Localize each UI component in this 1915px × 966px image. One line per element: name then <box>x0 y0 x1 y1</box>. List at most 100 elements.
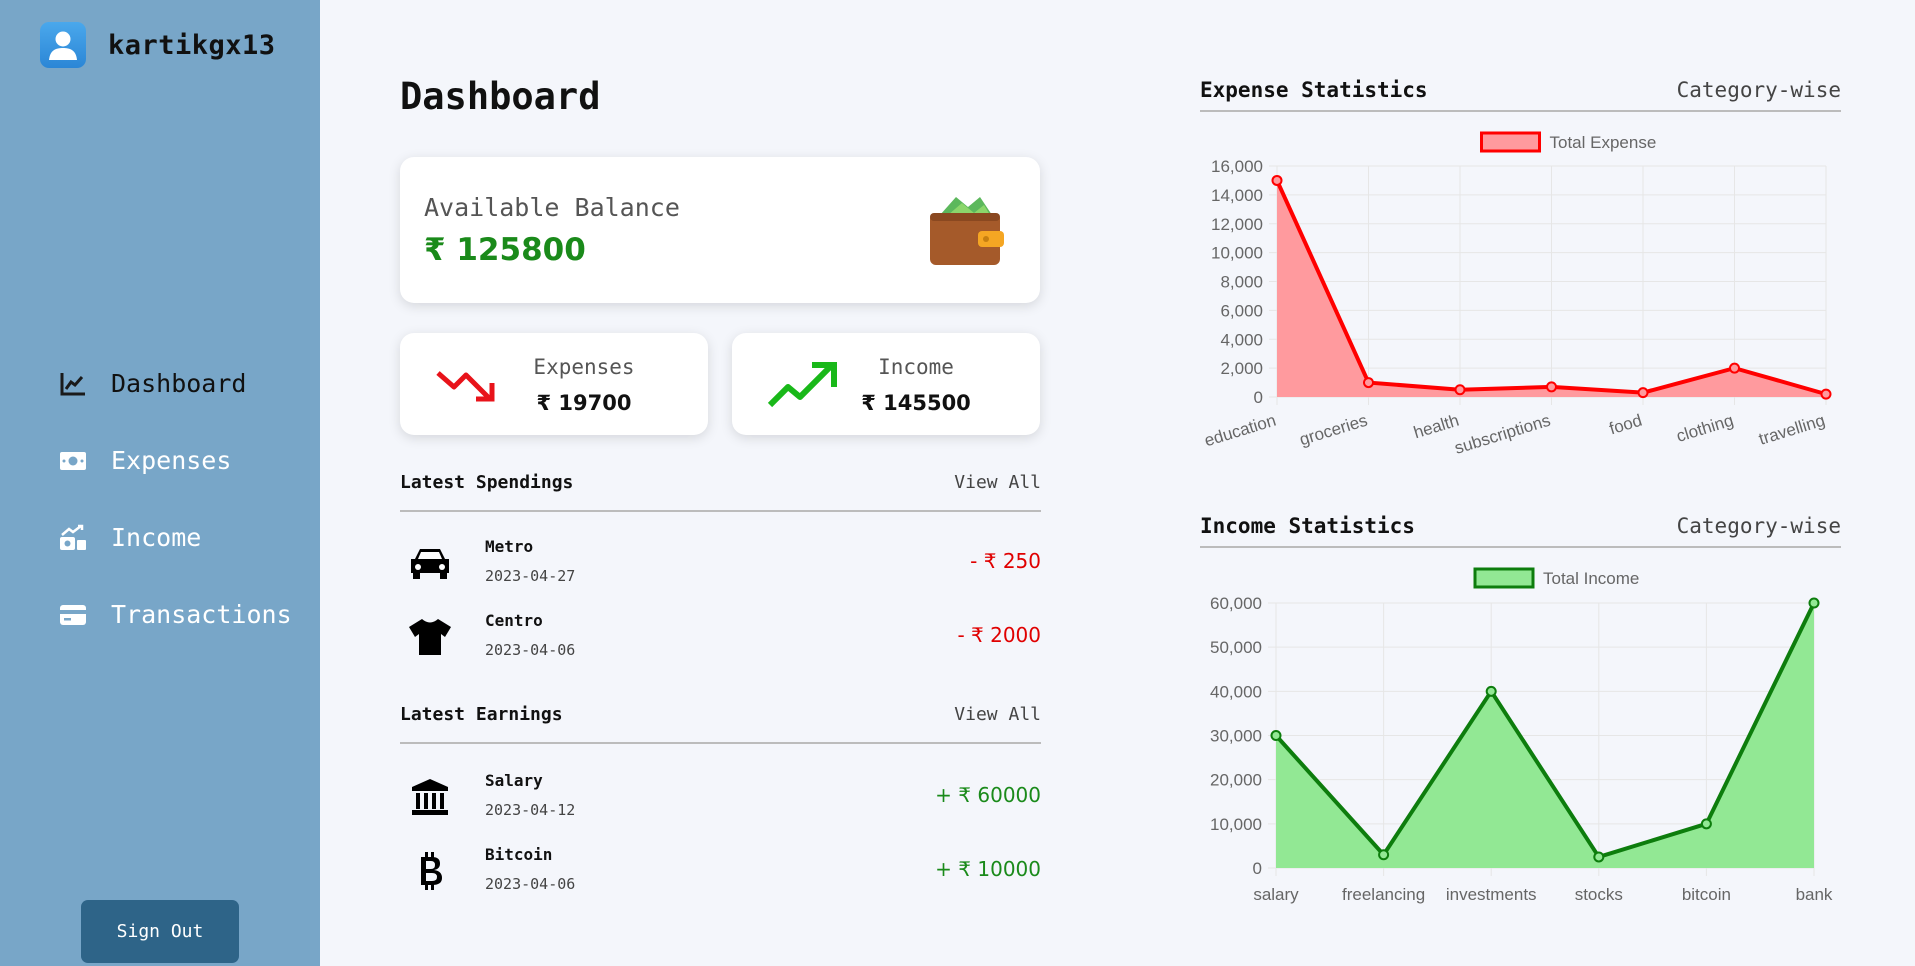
y-tick-label: 8,000 <box>1220 273 1263 292</box>
y-tick-label: 10,000 <box>1210 815 1262 834</box>
data-point <box>1363 377 1374 389</box>
income-chart: Total Income 60,000 50,000 40,000 30,000 20,0… <box>1210 567 1833 904</box>
y-tick-label: 0 <box>1254 388 1263 407</box>
x-tick-label: food <box>1607 411 1644 439</box>
x-tick-label: subscriptions <box>1452 411 1552 458</box>
sidebar-item-expenses[interactable]: Expenses <box>58 422 292 499</box>
bitcoin-icon <box>406 849 454 893</box>
income-value: ₹ 145500 <box>861 391 971 415</box>
data-point <box>1729 362 1740 374</box>
view-all-earnings-link[interactable]: View All <box>954 704 1041 725</box>
y-tick-label: 50,000 <box>1210 638 1262 657</box>
sidebar-item-income[interactable]: Income <box>58 499 292 576</box>
expenses-card: Expenses ₹ 19700 <box>400 333 708 435</box>
data-point <box>1820 388 1832 400</box>
data-point <box>1270 730 1282 741</box>
latest-earnings-title: Latest Earnings <box>400 704 563 725</box>
balance-card: Available Balance ₹ 125800 <box>400 157 1040 303</box>
list-item[interactable]: Salary 2023-04-12 + ₹ 60000 <box>400 767 1041 827</box>
expense-chart: Total Expense 16,000 14,000 12,000 10,000 8,0… <box>1202 131 1832 458</box>
data-point <box>1700 818 1712 830</box>
y-tick-label: 20,000 <box>1210 771 1262 790</box>
money-bill-icon <box>58 446 88 476</box>
y-tick-label: 60,000 <box>1210 594 1262 613</box>
x-tick-label: investments <box>1446 885 1537 904</box>
latest-earnings-header: Latest Earnings View All <box>400 694 1041 744</box>
list-item[interactable]: Centro 2023-04-06 - ₹ 2000 <box>400 607 1041 667</box>
transaction-amount: - ₹ 250 <box>970 549 1041 573</box>
transaction-date: 2023-04-06 <box>485 875 576 893</box>
transaction-amount: + ₹ 10000 <box>935 857 1041 881</box>
sidebar-nav: Dashboard Expenses Income Transactions <box>58 345 292 653</box>
money-bill-trend-icon <box>58 523 88 553</box>
car-icon <box>406 541 454 585</box>
expense-chart-subtitle: Category-wise <box>1676 78 1841 102</box>
y-tick-label: 40,000 <box>1210 682 1262 701</box>
list-item[interactable]: Metro 2023-04-27 - ₹ 250 <box>400 533 1041 593</box>
transaction-date: 2023-04-27 <box>485 567 576 585</box>
x-tick-label: salary <box>1253 885 1299 904</box>
sidebar-item-label: Income <box>111 523 202 552</box>
data-point <box>1546 381 1557 393</box>
view-all-spendings-link[interactable]: View All <box>954 472 1041 493</box>
sidebar-item-label: Dashboard <box>111 369 247 398</box>
x-tick-label: travelling <box>1757 411 1828 449</box>
x-tick-label: freelancing <box>1342 885 1425 904</box>
transaction-amount: + ₹ 60000 <box>935 783 1041 807</box>
income-chart-header: Income Statistics Category-wise <box>1200 508 1841 548</box>
y-tick-label: 4,000 <box>1220 330 1263 349</box>
income-chart-subtitle: Category-wise <box>1676 514 1841 538</box>
income-card: Income ₹ 145500 <box>732 333 1040 435</box>
income-chart-title: Income Statistics <box>1200 514 1415 538</box>
shirt-icon <box>406 615 454 659</box>
y-tick-label: 16,000 <box>1211 157 1263 176</box>
x-tick-label: bitcoin <box>1682 885 1731 904</box>
y-tick-label: 10,000 <box>1211 244 1263 263</box>
username: kartikgx13 <box>108 29 276 61</box>
avatar <box>40 22 86 68</box>
x-tick-label: bank <box>1796 885 1833 904</box>
expenses-label: Expenses <box>533 355 635 379</box>
x-tick-label: health <box>1411 411 1461 443</box>
transaction-name: Metro <box>485 537 534 556</box>
transaction-date: 2023-04-12 <box>485 801 576 819</box>
sidebar: kartikgx13 Dashboard Expenses Income Tra… <box>0 0 320 966</box>
legend-label: Total Expense <box>1550 133 1657 152</box>
bank-icon <box>406 775 454 819</box>
list-item[interactable]: Bitcoin 2023-04-06 + ₹ 10000 <box>400 841 1041 901</box>
sign-out-button[interactable]: Sign Out <box>81 900 239 963</box>
latest-spendings-header: Latest Spendings View All <box>400 462 1041 512</box>
trend-down-icon <box>436 371 495 402</box>
y-tick-label: 14,000 <box>1211 186 1263 205</box>
data-point <box>1378 849 1390 861</box>
transaction-name: Bitcoin <box>485 845 553 864</box>
credit-card-icon <box>58 600 88 630</box>
sidebar-item-dashboard[interactable]: Dashboard <box>58 345 292 422</box>
y-tick-label: 2,000 <box>1220 359 1263 378</box>
expense-chart-title: Expense Statistics <box>1200 78 1428 102</box>
y-tick-label: 0 <box>1253 859 1262 878</box>
x-tick-label: education <box>1202 411 1278 451</box>
data-point <box>1808 597 1820 609</box>
user-profile[interactable]: kartikgx13 <box>40 22 276 68</box>
expense-chart-header: Expense Statistics Category-wise <box>1200 72 1841 112</box>
transaction-date: 2023-04-06 <box>485 641 576 659</box>
balance-label: Available Balance <box>424 193 680 222</box>
sidebar-item-label: Expenses <box>111 446 232 475</box>
y-tick-label: 12,000 <box>1211 215 1263 234</box>
x-tick-label: groceries <box>1297 411 1369 450</box>
transaction-name: Centro <box>485 611 543 630</box>
trend-up-icon <box>767 362 837 408</box>
transaction-amount: - ₹ 2000 <box>957 623 1041 647</box>
legend-swatch <box>1480 131 1541 153</box>
data-point <box>1485 685 1497 697</box>
x-tick-label: stocks <box>1575 885 1623 904</box>
sidebar-item-transactions[interactable]: Transactions <box>58 576 292 653</box>
data-point <box>1593 851 1605 863</box>
y-tick-label: 6,000 <box>1220 301 1263 320</box>
legend-swatch <box>1473 567 1535 589</box>
y-tick-label: 30,000 <box>1210 727 1262 746</box>
sidebar-item-label: Transactions <box>111 600 292 629</box>
data-point <box>1637 387 1649 399</box>
x-tick-label: clothing <box>1674 411 1736 446</box>
